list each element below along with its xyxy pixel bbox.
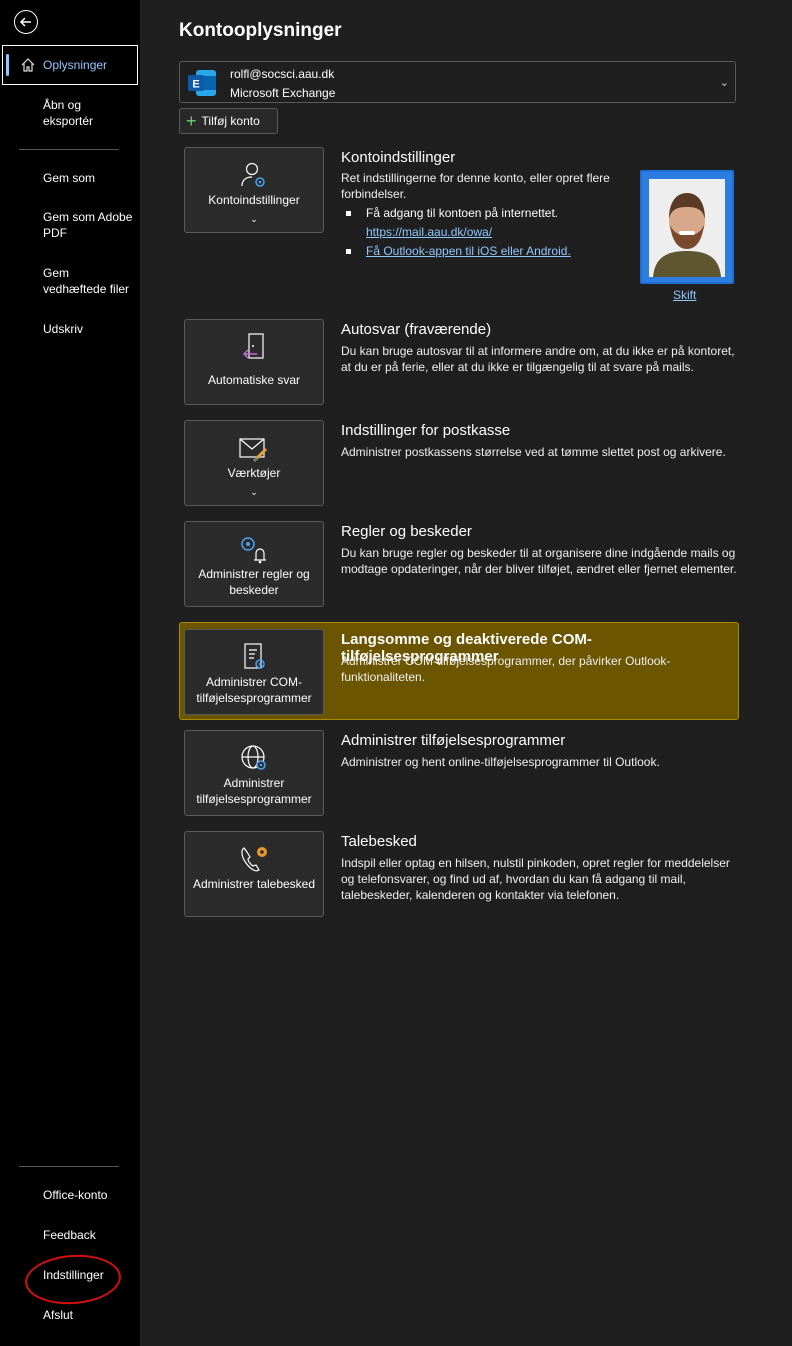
globe-gear-icon	[185, 743, 323, 773]
section-description: Administrer postkassens størrelse ved at…	[341, 445, 726, 459]
nav-item-office-account[interactable]: Office-konto	[0, 1187, 140, 1203]
nav-item-save-as[interactable]: Gem som	[0, 170, 140, 186]
manage-addins-tile[interactable]: Administrer tilføjelsesprogrammer	[184, 730, 324, 816]
section-description: Administrer og hent online-tilføjelsespr…	[341, 755, 660, 769]
nav-item-exit[interactable]: Afslut	[0, 1307, 140, 1323]
mailbox-tools-icon	[185, 433, 323, 463]
tile-label: Administrer tilføjelsesprogrammer	[196, 776, 312, 806]
rules-alerts-icon	[185, 534, 323, 564]
bullet-text: Få adgang til kontoen på internettet.	[341, 204, 641, 223]
section-title: Regler og beskeder	[341, 523, 472, 540]
auto-replies-icon	[185, 332, 323, 362]
rules-alerts-tile[interactable]: Administrer regler og beskeder	[184, 521, 324, 607]
section-description: Administrer COM-tilføjelsesprogrammer, d…	[341, 654, 671, 684]
plus-icon: +	[186, 111, 197, 131]
owa-link[interactable]: https://mail.aau.dk/owa/	[366, 225, 492, 239]
section-description: Du kan bruge regler og beskeder til at o…	[341, 546, 737, 576]
com-addins-icon	[185, 642, 323, 672]
home-icon	[21, 58, 35, 72]
divider	[19, 149, 119, 150]
outlook-app-link[interactable]: Få Outlook-appen til iOS eller Android.	[366, 244, 571, 258]
add-account-button[interactable]: + Tilføj konto	[179, 108, 278, 134]
account-type: Microsoft Exchange	[230, 86, 336, 100]
section-title: Administrer tilføjelsesprogrammer	[341, 732, 566, 749]
profile-photo[interactable]	[640, 170, 734, 284]
auto-replies-tile[interactable]: Automatiske svar	[184, 319, 324, 405]
bullet-item: Få Outlook-appen til iOS eller Android.	[341, 242, 641, 261]
section-title: Autosvar (fraværende)	[341, 321, 492, 338]
nav-item-save-pdf[interactable]: Gem som Adobe PDF	[0, 209, 140, 241]
selection-indicator	[6, 54, 9, 76]
tile-label: Kontoindstillinger	[208, 193, 300, 207]
owa-link-row: https://mail.aau.dk/owa/	[341, 223, 641, 242]
account-settings-icon	[185, 160, 323, 190]
tile-label: Administrer COM-tilføjelsesprogrammer	[196, 675, 312, 705]
section-title: Talebesked	[341, 833, 417, 850]
account-email: rolfl@socsci.aau.dk	[230, 67, 335, 81]
phone-gear-icon	[185, 844, 323, 874]
tile-label: Administrer talebesked	[192, 877, 316, 891]
tile-label: Administrer regler og beskeder	[198, 567, 310, 597]
annotation-circle	[23, 1251, 123, 1308]
nav-item-info[interactable]: Oplysninger	[2, 45, 138, 85]
nav-item-label: Oplysninger	[43, 58, 108, 72]
nav-item-save-attachments[interactable]: Gem vedhæftede filer	[0, 265, 140, 297]
chevron-down-icon: ⌄	[250, 487, 258, 497]
backstage-sidebar: Oplysninger Åbn og eksportér Gem som Gem…	[0, 0, 140, 1346]
divider	[19, 1166, 119, 1167]
tile-label: Værktøjer	[227, 466, 281, 480]
tile-label: Automatiske svar	[207, 373, 301, 387]
nav-item-print[interactable]: Udskriv	[0, 321, 140, 337]
main-content: Kontooplysninger E rolfl@socsci.aau.dk M…	[140, 0, 792, 1346]
exchange-icon: E	[188, 70, 216, 96]
back-arrow-icon	[19, 17, 31, 27]
section-description: Du kan bruge autosvar til at informere a…	[341, 344, 735, 374]
change-photo-link[interactable]: Skift	[673, 288, 696, 302]
section-description: Ret indstillingerne for denne konto, ell…	[341, 171, 610, 201]
com-addins-tile[interactable]: Administrer COM-tilføjelsesprogrammer	[184, 629, 324, 715]
tools-tile[interactable]: Værktøjer ⌄	[184, 420, 324, 506]
back-button[interactable]	[14, 10, 38, 34]
nav-item-feedback[interactable]: Feedback	[0, 1227, 140, 1243]
avatar	[649, 179, 725, 277]
section-title: Kontoindstillinger	[341, 149, 456, 166]
account-links-list: Få adgang til kontoen på internettet. ht…	[341, 204, 641, 261]
nav-item-open-export[interactable]: Åbn og eksportér	[0, 97, 140, 129]
svg-text:E: E	[192, 79, 199, 91]
chevron-down-icon: ⌄	[719, 77, 729, 89]
page-title: Kontooplysninger	[179, 20, 342, 41]
section-title: Indstillinger for postkasse	[341, 422, 511, 439]
account-dropdown[interactable]: E rolfl@socsci.aau.dk Microsoft Exchange…	[179, 61, 736, 103]
add-account-label: Tilføj konto	[201, 114, 260, 128]
account-settings-tile[interactable]: Kontoindstillinger ⌄	[184, 147, 324, 233]
voicemail-tile[interactable]: Administrer talebesked	[184, 831, 324, 917]
chevron-down-icon: ⌄	[250, 214, 258, 224]
section-description: Indspil eller optag en hilsen, nulstil p…	[341, 856, 730, 902]
